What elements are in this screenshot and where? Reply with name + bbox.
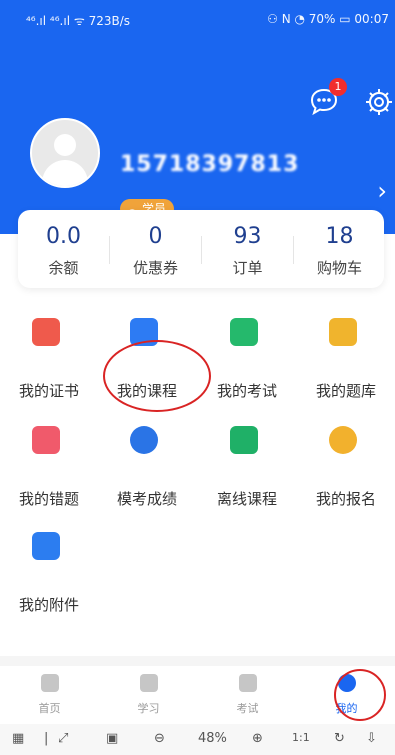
stat-value: 18 [325,224,354,249]
stat-label: 订单 [232,259,263,277]
menu-label: 我的附件 [18,596,79,614]
avatar-head-icon [54,134,76,156]
phone-number: 15718397813 [120,152,300,177]
exam-tab-icon [239,674,257,692]
offline-course-icon [230,426,258,454]
tab-home[interactable]: 首页 [0,666,99,722]
menu-my-registration[interactable]: 我的报名 [297,426,395,522]
stat-coupons[interactable]: 0 优惠券 [110,210,201,288]
gear-icon [366,89,392,115]
menu-my-question-bank[interactable]: 我的题库 [297,318,395,414]
registration-icon [329,426,357,454]
stat-label: 优惠券 [132,259,178,277]
zoom-level: 48% [198,731,227,746]
avatar[interactable] [30,118,100,188]
download-icon[interactable]: ⇩ [366,731,377,746]
fit-width-icon[interactable]: ⤢ [58,731,68,746]
stat-value: 93 [233,224,262,249]
chevron-right-icon[interactable]: › [377,179,387,203]
stat-cart[interactable]: 18 购物车 [294,210,385,288]
image-viewer-toolbar: ▦ | ⤢ ▣ ⊖ 48% ⊕ 1:1 ↻ ⇩ [0,724,395,755]
menu-wrong-questions[interactable]: 我的错题 [0,426,98,522]
rotate-icon[interactable]: ↻ [334,731,345,746]
menu-label: 我的考试 [216,382,277,400]
settings-button[interactable] [363,86,395,122]
zoom-in-icon[interactable]: ⊕ [252,731,263,746]
attachment-icon [32,532,60,560]
wrong-questions-icon [32,426,60,454]
menu-label: 我的报名 [315,490,376,508]
layout-icon[interactable]: ▦ [12,731,24,746]
menu-label: 离线课程 [216,490,277,508]
menu-my-certificates[interactable]: 我的证书 [0,318,98,414]
stat-label: 余额 [48,259,79,277]
menu-label: 模考成绩 [116,490,177,508]
stats-card: 0.0 余额 0 优惠券 93 订单 18 购物车 [18,210,384,288]
status-bar: ⁴⁶.ıl ⁴⁶.ıl ᯤ 723B/s ⚇ N ◔ 70% ▭ 00:07 [0,0,395,38]
annotation-circle-my-courses [103,340,211,412]
tab-label: 学习 [137,702,160,715]
menu-label: 我的证书 [18,382,79,400]
study-icon [140,674,158,692]
annotation-circle-mine [334,669,386,721]
fit-screen-icon[interactable]: ▣ [106,731,118,746]
stat-label: 购物车 [316,259,362,277]
divider: | [44,731,49,746]
tab-study[interactable]: 学习 [99,666,198,722]
mock-score-icon [130,426,158,454]
avatar-body-icon [42,160,88,186]
menu-mock-scores[interactable]: 模考成绩 [98,426,196,522]
section-divider [0,656,395,666]
menu-label: 我的错题 [18,490,79,508]
actual-size-button[interactable]: 1:1 [292,731,310,744]
message-button[interactable]: 1 [308,78,347,122]
question-bank-icon [329,318,357,346]
certificate-icon [32,318,60,346]
zoom-out-icon[interactable]: ⊖ [154,731,165,746]
stack-icon [41,674,59,692]
tab-label: 考试 [236,702,259,715]
stat-orders[interactable]: 93 订单 [202,210,293,288]
stat-value: 0 [148,224,163,249]
menu-my-exams[interactable]: 我的考试 [198,318,296,414]
menu-offline-courses[interactable]: 离线课程 [198,426,296,522]
menu-my-attachments[interactable]: 我的附件 [0,532,98,628]
stat-value: 0.0 [46,224,81,249]
stat-balance[interactable]: 0.0 余额 [18,210,109,288]
status-left: ⁴⁶.ıl ⁴⁶.ıl ᯤ 723B/s [26,14,131,28]
notification-count-badge: 1 [329,78,347,96]
profile-header: 1 15718397813 ● 学员 › [0,38,395,234]
menu-label: 我的题库 [315,382,376,400]
tab-exam[interactable]: 考试 [198,666,297,722]
tab-label: 首页 [38,702,61,715]
exam-icon [230,318,258,346]
status-right: ⚇ N ◔ 70% ▭ 00:07 [267,12,389,26]
